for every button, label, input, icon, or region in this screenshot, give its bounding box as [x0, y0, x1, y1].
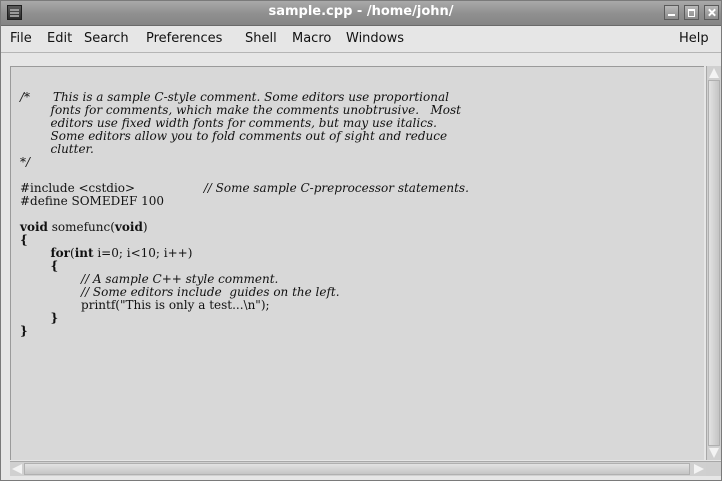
minimize-icon[interactable] — [664, 5, 679, 20]
vertical-scrollbar[interactable] — [706, 66, 721, 460]
for-rest: i=0; i<10; i++) — [93, 246, 193, 260]
include-comment: // Some sample C-preprocessor statements… — [203, 181, 469, 195]
menu-shell[interactable]: Shell — [245, 31, 277, 46]
scroll-right-arrow-icon[interactable] — [694, 464, 704, 474]
comment-open: /* — [20, 90, 31, 104]
keyword-void-param: void — [114, 220, 143, 234]
code-text: /* This is a sample C-style comment. Som… — [20, 91, 469, 338]
function-name: somefunc( — [47, 220, 115, 234]
comment-close: */ — [20, 155, 31, 169]
comment-line-3: editors use fixed width fonts for commen… — [50, 116, 437, 130]
define-line: #define SOMEDEF 100 — [20, 194, 165, 208]
keyword-for: for — [50, 246, 71, 260]
menu-bar: File Edit Search Preferences Shell Macro… — [1, 26, 721, 53]
maximize-icon[interactable] — [684, 5, 699, 20]
menu-search[interactable]: Search — [84, 31, 129, 46]
inner-brace-open: { — [50, 259, 59, 273]
brace-close: } — [20, 324, 28, 338]
inner-brace-close: } — [50, 311, 59, 325]
scroll-left-arrow-icon[interactable] — [12, 464, 22, 474]
inner-comment-2: // Some editors include guides on the le… — [81, 285, 340, 299]
horizontal-scrollbar[interactable] — [10, 461, 721, 476]
close-icon[interactable] — [704, 5, 719, 20]
menu-preferences[interactable]: Preferences — [146, 31, 222, 46]
vertical-scroll-thumb[interactable] — [708, 80, 720, 446]
horizontal-scroll-thumb[interactable] — [24, 463, 690, 475]
title-bar[interactable]: sample.cpp - /home/john/ — [1, 1, 721, 26]
include-line: #include <cstdio> — [20, 181, 136, 195]
scroll-up-arrow-icon[interactable] — [709, 68, 719, 78]
menu-windows[interactable]: Windows — [346, 31, 404, 46]
scroll-corner — [706, 462, 721, 476]
comment-line-2: fonts for comments, which make the comme… — [50, 103, 461, 117]
brace-open: { — [20, 233, 28, 247]
keyword-int: int — [74, 246, 94, 260]
inner-comment-1: // A sample C++ style comment. — [81, 272, 279, 286]
text-editor-area[interactable]: /* This is a sample C-style comment. Som… — [10, 66, 704, 460]
menu-file[interactable]: File — [10, 31, 32, 46]
comment-line-5: clutter. — [50, 142, 94, 156]
editor-window: sample.cpp - /home/john/ File Edit Searc… — [0, 0, 722, 481]
window-title: sample.cpp - /home/john/ — [268, 4, 454, 19]
comment-line-1: This is a sample C-style comment. Some e… — [52, 90, 449, 104]
scroll-down-arrow-icon[interactable] — [709, 448, 719, 458]
menu-macro[interactable]: Macro — [292, 31, 331, 46]
keyword-void: void — [20, 220, 48, 234]
printf-line: printf("This is only a test...\n"); — [81, 298, 270, 312]
menu-edit[interactable]: Edit — [47, 31, 72, 46]
function-close-paren: ) — [142, 220, 148, 234]
comment-line-4: Some editors allow you to fold comments … — [50, 129, 448, 143]
menu-help[interactable]: Help — [679, 31, 709, 46]
